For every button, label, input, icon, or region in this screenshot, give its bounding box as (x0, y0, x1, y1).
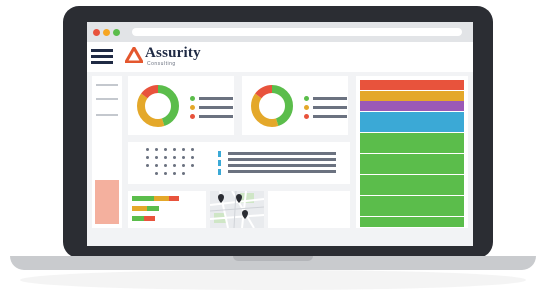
empty-widget[interactable] (268, 191, 350, 228)
list-marker (218, 169, 221, 175)
bar-segment (144, 216, 155, 221)
brand-tagline: Consulting (147, 61, 176, 67)
bar-segment (154, 196, 169, 201)
donut-widget-2[interactable] (242, 76, 348, 135)
status-stripe (360, 122, 464, 132)
map-widget[interactable] (209, 190, 265, 229)
list-marker (218, 160, 221, 166)
grid-dot (155, 148, 158, 151)
legend-row (304, 114, 347, 119)
status-stripe (360, 164, 464, 174)
grid-dot (191, 148, 194, 151)
legend-dot (190, 114, 195, 119)
assurity-logo-icon (125, 47, 143, 63)
bar-segment (147, 206, 159, 211)
legend-row (190, 105, 233, 110)
horizontal-bars-widget[interactable] (128, 191, 206, 228)
brand-name: Assurity (145, 45, 201, 61)
donut-widget-1[interactable] (128, 76, 234, 135)
status-stripe (360, 111, 464, 122)
grid-dot (191, 164, 194, 167)
sidebar-item[interactable] (96, 98, 118, 100)
donut-legend (304, 96, 347, 123)
status-stripes-widget[interactable] (356, 76, 468, 228)
laptop-shadow (20, 270, 526, 290)
grid-dot (155, 164, 158, 167)
maximize-dot[interactable] (113, 29, 120, 36)
laptop-notch (233, 256, 313, 261)
text-line (228, 164, 336, 167)
address-bar[interactable] (132, 28, 462, 36)
status-stripe (360, 80, 464, 90)
grid-dot (164, 156, 167, 159)
status-stripe (360, 153, 464, 164)
donut-chart (137, 85, 179, 127)
donut-legend (190, 96, 233, 123)
bar-segment (132, 206, 147, 211)
status-stripe (360, 90, 464, 101)
text-line (228, 158, 336, 161)
legend-row (304, 96, 347, 101)
grid-dot (173, 148, 176, 151)
grid-dot (182, 156, 185, 159)
grid-dot (182, 172, 185, 175)
legend-dot (190, 105, 195, 110)
legend-line (313, 115, 347, 118)
map-graphic (209, 190, 265, 229)
status-stripe (360, 195, 464, 206)
grid-dot (173, 156, 176, 159)
list-marker (218, 151, 221, 157)
sidebar-highlight-block (95, 180, 119, 224)
grid-dot (173, 164, 176, 167)
legend-dot (304, 105, 309, 110)
grid-dot (155, 172, 158, 175)
grid-dot (164, 148, 167, 151)
legend-line (313, 106, 347, 109)
legend-line (199, 115, 233, 118)
minimize-dot[interactable] (103, 29, 110, 36)
legend-dot (304, 96, 309, 101)
legend-dot (190, 96, 195, 101)
browser-titlebar (87, 22, 473, 42)
status-stripe (360, 143, 464, 153)
sidebar (92, 76, 122, 228)
grid-dot (146, 164, 149, 167)
bar-segment (132, 216, 144, 221)
status-stripe (360, 132, 464, 143)
status-stripe (360, 174, 464, 185)
grid-dot (164, 172, 167, 175)
grid-dot (146, 148, 149, 151)
status-stripe (360, 185, 464, 195)
grid-dot (164, 164, 167, 167)
legend-row (304, 105, 347, 110)
bar-segment (132, 196, 154, 201)
dot-grid (146, 148, 196, 178)
sidebar-item[interactable] (96, 114, 118, 116)
donut-chart (251, 85, 293, 127)
grid-dot (182, 148, 185, 151)
grid-dot (191, 156, 194, 159)
bar-segment (169, 196, 179, 201)
grid-dot (146, 156, 149, 159)
legend-dot (304, 114, 309, 119)
legend-row (190, 96, 233, 101)
legend-line (313, 97, 347, 100)
legend-line (199, 97, 233, 100)
grid-dot (182, 164, 185, 167)
dotgrid-text-widget[interactable] (128, 142, 350, 184)
hamburger-menu-icon[interactable] (91, 49, 113, 65)
close-dot[interactable] (93, 29, 100, 36)
sidebar-item[interactable] (96, 84, 118, 86)
grid-dot (155, 156, 158, 159)
status-stripe (360, 206, 464, 216)
text-line (228, 170, 336, 173)
legend-line (199, 106, 233, 109)
status-stripe (360, 216, 464, 227)
status-stripe (360, 101, 464, 111)
text-line (228, 152, 336, 155)
grid-dot (173, 172, 176, 175)
legend-row (190, 114, 233, 119)
laptop-screen: Assurity Consulting (87, 22, 473, 246)
